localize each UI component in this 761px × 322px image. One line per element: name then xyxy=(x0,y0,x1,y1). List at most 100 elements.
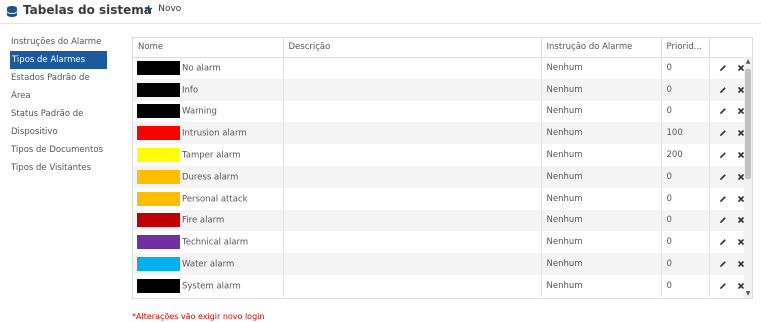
table-row[interactable]: No alarm Nenhum 0 xyxy=(133,57,745,79)
table-row[interactable]: Personal attack Nenhum 0 xyxy=(133,187,745,210)
cell-name: Fire alarm xyxy=(133,209,284,232)
color-swatch xyxy=(137,257,180,272)
cell-priority: 0 xyxy=(661,165,710,188)
alarm-name: Duress alarm xyxy=(182,172,239,183)
scroll-down-icon[interactable]: ▼ xyxy=(745,291,751,297)
database-icon xyxy=(5,4,19,18)
alarm-name: Personal attack xyxy=(182,194,248,205)
pencil-icon[interactable] xyxy=(719,173,727,181)
color-swatch xyxy=(137,235,180,250)
pencil-icon[interactable] xyxy=(719,238,727,246)
cell-instruction: Nenhum xyxy=(541,274,662,297)
cell-description xyxy=(283,165,542,188)
vertical-scrollbar[interactable]: ▲ ▼ xyxy=(744,57,752,298)
cell-name: Warning xyxy=(133,100,284,123)
cell-instruction: Nenhum xyxy=(541,209,662,232)
column-header-description[interactable]: Descrição xyxy=(283,38,542,58)
alarm-name: Technical alarm xyxy=(182,237,249,248)
table-row[interactable]: Info Nenhum 0 xyxy=(133,78,745,101)
sidebar-item-status-padrao-dispositivo[interactable]: Status Padrão de Dispositivo xyxy=(0,105,100,141)
cell-priority: 0 xyxy=(661,187,710,210)
cell-actions xyxy=(709,144,745,166)
table-row[interactable]: Fire alarm Nenhum 0 xyxy=(133,209,745,232)
cell-actions xyxy=(709,274,745,297)
sidebar-item-tipos-alarmes[interactable]: Tipos de Alarmes xyxy=(10,51,107,69)
cell-priority: 0 xyxy=(661,57,710,79)
table-row[interactable]: Technical alarm Nenhum 0 xyxy=(133,231,745,254)
sidebar-item-tipos-visitantes[interactable]: Tipos de Visitantes xyxy=(0,159,122,177)
sidebar-item-instrucoes-alarme[interactable]: Instruções do Alarme xyxy=(0,33,122,51)
pencil-icon[interactable] xyxy=(719,195,727,203)
alarm-types-table: Nome Descrição Instrução do Alarme Prior… xyxy=(132,37,753,299)
alarm-name: Intrusion alarm xyxy=(182,128,247,139)
color-swatch xyxy=(137,191,180,206)
page-title: Tabelas do sistema xyxy=(23,3,152,17)
pencil-icon[interactable] xyxy=(719,282,727,290)
cell-priority: 0 xyxy=(661,209,710,232)
cell-instruction: Nenhum xyxy=(541,78,662,101)
cell-description xyxy=(283,253,542,275)
cell-description xyxy=(283,209,542,232)
cell-description xyxy=(283,100,542,123)
cell-actions xyxy=(709,209,745,232)
cell-priority: 0 xyxy=(661,253,710,275)
cell-actions xyxy=(709,78,745,101)
cell-priority: 0 xyxy=(661,78,710,101)
top-bar: Tabelas do sistema + Novo xyxy=(0,0,761,24)
cell-actions xyxy=(709,253,745,275)
alarm-name: System alarm xyxy=(182,281,241,292)
table-row[interactable]: System alarm Nenhum 0 xyxy=(133,274,745,297)
color-swatch xyxy=(137,61,180,76)
new-button[interactable]: + Novo xyxy=(144,3,181,14)
cell-actions xyxy=(709,122,745,145)
cell-priority: 0 xyxy=(661,274,710,297)
scroll-thumb[interactable] xyxy=(745,69,751,179)
alarm-name: Tamper alarm xyxy=(182,150,241,161)
color-swatch xyxy=(137,82,180,97)
cell-instruction: Nenhum xyxy=(541,100,662,123)
column-header-actions xyxy=(709,38,745,58)
cell-description xyxy=(283,231,542,254)
column-header-name[interactable]: Nome xyxy=(133,38,284,58)
sidebar-item-tipos-documentos[interactable]: Tipos de Documentos xyxy=(0,141,122,159)
alarm-name: Warning xyxy=(182,106,217,117)
table-row[interactable]: Warning Nenhum 0 xyxy=(133,100,745,123)
pencil-icon[interactable] xyxy=(719,216,727,224)
cell-instruction: Nenhum xyxy=(541,57,662,79)
cell-description xyxy=(283,187,542,210)
cell-name: Personal attack xyxy=(133,187,284,210)
cell-priority: 0 xyxy=(661,100,710,123)
login-warning-note: *Alterações vão exigir novo login xyxy=(132,312,265,321)
column-header-priority[interactable]: Priorid... xyxy=(661,38,710,58)
table-row[interactable]: Duress alarm Nenhum 0 xyxy=(133,165,745,188)
alarm-name: No alarm xyxy=(182,63,221,74)
color-swatch xyxy=(137,126,180,141)
pencil-icon[interactable] xyxy=(719,86,727,94)
cell-actions xyxy=(709,231,745,254)
pencil-icon[interactable] xyxy=(719,129,727,137)
pencil-icon[interactable] xyxy=(719,260,727,268)
pencil-icon[interactable] xyxy=(719,151,727,159)
cell-name: Water alarm xyxy=(133,253,284,275)
color-swatch xyxy=(137,278,180,293)
cell-description xyxy=(283,274,542,297)
cell-actions xyxy=(709,57,745,79)
pencil-icon[interactable] xyxy=(719,64,727,72)
table-row[interactable]: Tamper alarm Nenhum 200 xyxy=(133,144,745,166)
cell-instruction: Nenhum xyxy=(541,231,662,254)
color-swatch xyxy=(137,148,180,163)
color-swatch xyxy=(137,213,180,228)
alarm-name: Fire alarm xyxy=(182,215,225,226)
sidebar: Instruções do Alarme Tipos de Alarmes Es… xyxy=(0,33,122,177)
cell-priority: 200 xyxy=(661,144,710,166)
cell-instruction: Nenhum xyxy=(541,253,662,275)
sidebar-item-estados-padrao-area[interactable]: Estados Padrão de Área xyxy=(0,69,122,105)
scroll-up-icon[interactable]: ▲ xyxy=(745,59,751,65)
table-row[interactable]: Water alarm Nenhum 0 xyxy=(133,253,745,275)
column-header-instruction[interactable]: Instrução do Alarme xyxy=(541,38,662,58)
table-row[interactable]: Intrusion alarm Nenhum 100 xyxy=(133,122,745,145)
cell-instruction: Nenhum xyxy=(541,144,662,166)
alarm-name: Info xyxy=(182,85,199,96)
cell-name: Info xyxy=(133,78,284,101)
pencil-icon[interactable] xyxy=(719,107,727,115)
